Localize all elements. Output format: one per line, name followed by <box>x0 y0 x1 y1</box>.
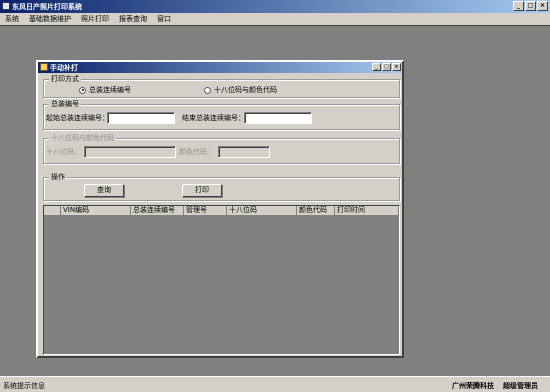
radio-assembly-number-label: 总装连续编号 <box>89 86 131 94</box>
radio-unselected-icon[interactable] <box>204 86 211 94</box>
result-grid[interactable]: VIN编码 总装连续编号 管理号 十八位码 颜色代码 打印时间 <box>43 205 400 355</box>
start-number-label: 起始总装连续编号： <box>46 114 109 122</box>
print-mode-legend: 打印方式 <box>49 75 81 84</box>
assembly-number-group: 总装编号 起始总装连续编号： 结束总装连续编号： <box>43 100 400 130</box>
menu-base-data[interactable]: 基础数据维护 <box>24 13 76 25</box>
column-color-code[interactable]: 颜色代码 <box>297 206 335 216</box>
operations-legend: 操作 <box>49 173 67 182</box>
operations-group: 操作 查询 打印 <box>43 173 400 201</box>
column-management-number[interactable]: 管理号 <box>184 206 227 216</box>
radio-code-color[interactable]: 十八位码与颜色代码 <box>204 85 277 95</box>
form-icon <box>40 63 48 71</box>
manual-reprint-window: 手动补打 _ □ × 打印方式 总装连续编号 十八位码与颜色代码 总装编号 起始… <box>36 60 404 358</box>
menu-system[interactable]: 系统 <box>0 13 24 25</box>
child-window-controls: _ □ × <box>372 63 401 71</box>
status-bar: 系统提示信息 广州荣腾科技 超级管理员 <box>0 376 550 392</box>
end-number-input[interactable] <box>244 112 312 124</box>
grid-header: VIN编码 总装连续编号 管理号 十八位码 颜色代码 打印时间 <box>44 206 399 216</box>
child-title-bar[interactable]: 手动补打 _ □ × <box>38 62 402 73</box>
column-vin[interactable]: VIN编码 <box>61 206 131 216</box>
radio-code-color-label: 十八位码与颜色代码 <box>214 86 277 94</box>
child-maximize-button[interactable]: □ <box>382 63 391 71</box>
maximize-button[interactable]: □ <box>525 1 536 11</box>
menu-photo-print[interactable]: 照片打印 <box>76 13 114 25</box>
status-user: 超级管理员 <box>503 382 538 390</box>
child-minimize-button[interactable]: _ <box>372 63 381 71</box>
column-assembly-number[interactable]: 总装连续编号 <box>131 206 184 216</box>
code-color-legend: 十八位码与颜色代码 <box>49 134 116 143</box>
menu-bar: 系统 基础数据维护 照片打印 报表查询 窗口 <box>0 13 550 25</box>
color-input[interactable] <box>218 146 270 158</box>
close-button[interactable]: × <box>537 1 548 11</box>
end-number-label: 结束总装连续编号： <box>182 114 245 122</box>
column-print-time[interactable]: 打印时间 <box>335 206 399 216</box>
status-message: 系统提示信息 <box>3 382 45 390</box>
minimize-button[interactable]: _ <box>513 1 524 11</box>
radio-assembly-number[interactable]: 总装连续编号 <box>79 85 131 95</box>
code-input[interactable] <box>84 146 176 158</box>
print-button[interactable]: 打印 <box>182 184 222 197</box>
assembly-number-legend: 总装编号 <box>49 100 81 109</box>
status-company: 广州荣腾科技 <box>452 382 494 390</box>
window-controls: _ □ × <box>513 1 548 11</box>
child-close-button[interactable]: × <box>392 63 401 71</box>
code-color-group: 十八位码与颜色代码 十八位码： 颜色代码： <box>43 134 400 164</box>
query-button[interactable]: 查询 <box>84 184 124 197</box>
child-title: 手动补打 <box>50 64 78 72</box>
menu-report-query[interactable]: 报表查询 <box>114 13 152 25</box>
menu-window[interactable]: 窗口 <box>152 13 176 25</box>
app-icon <box>2 2 10 10</box>
grid-row-header <box>44 206 61 216</box>
code-label: 十八位码： <box>46 148 81 156</box>
app-title-bar: 东风日产照片打印系统 _ □ × <box>0 0 550 13</box>
column-eighteen-code[interactable]: 十八位码 <box>227 206 297 216</box>
radio-selected-icon[interactable] <box>79 86 86 94</box>
color-label: 颜色代码： <box>179 148 214 156</box>
start-number-input[interactable] <box>107 112 175 124</box>
print-mode-group: 打印方式 总装连续编号 十八位码与颜色代码 <box>43 75 400 98</box>
app-title: 东风日产照片打印系统 <box>12 3 82 11</box>
